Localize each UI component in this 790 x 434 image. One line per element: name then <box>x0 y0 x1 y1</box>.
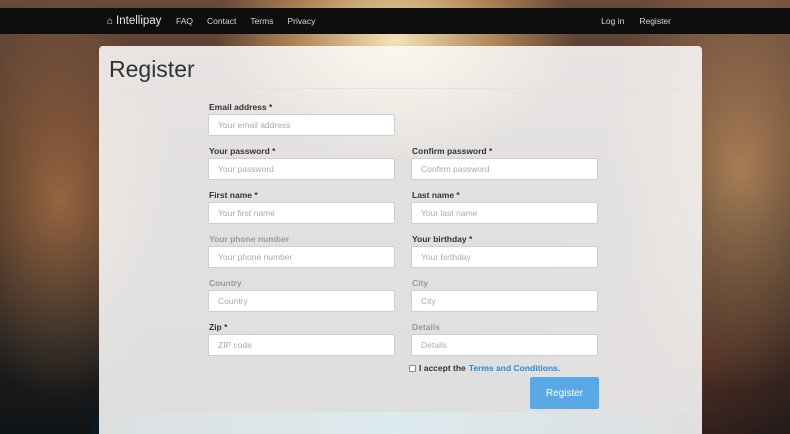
nav-link-contact[interactable]: Contact <box>207 16 236 26</box>
title-divider <box>109 88 692 89</box>
terms-link[interactable]: Terms and Conditions <box>469 363 558 373</box>
birthday-field[interactable] <box>411 246 598 268</box>
register-button[interactable]: Register <box>530 377 599 409</box>
nav-links: FAQ Contact Terms Privacy <box>176 8 329 34</box>
city-field[interactable] <box>411 290 598 312</box>
zip-field[interactable] <box>208 334 395 356</box>
brand-link[interactable]: ⌂ Intellipay <box>107 8 161 34</box>
page-title: Register <box>109 56 195 82</box>
terms-suffix: . <box>557 363 561 373</box>
terms-text: I accept the <box>419 363 466 373</box>
nav-auth-links: Log in Register <box>586 8 671 34</box>
brand-name: Intellipay <box>116 15 162 27</box>
home-icon: ⌂ <box>107 15 114 27</box>
phone-label: Your phone number <box>209 234 290 244</box>
email-field[interactable] <box>208 114 395 136</box>
country-field[interactable] <box>208 290 395 312</box>
nav-link-login[interactable]: Log in <box>601 16 624 26</box>
details-field[interactable] <box>411 334 598 356</box>
password-field[interactable] <box>208 158 395 180</box>
city-label: City <box>412 278 429 288</box>
last-name-field[interactable] <box>411 202 598 224</box>
details-label: Details <box>412 322 440 332</box>
nav-link-privacy[interactable]: Privacy <box>287 16 315 26</box>
email-label: Email address * <box>209 102 273 112</box>
first-name-field[interactable] <box>208 202 395 224</box>
top-navbar: ⌂ Intellipay FAQ Contact Terms Privacy L… <box>0 8 790 34</box>
password-label: Your password * <box>209 146 276 156</box>
country-label: Country <box>209 278 242 288</box>
nav-link-register[interactable]: Register <box>639 16 671 26</box>
confirm-password-label: Confirm password * <box>412 146 493 156</box>
nav-link-faq[interactable]: FAQ <box>176 16 193 26</box>
last-name-label: Last name * <box>412 190 460 200</box>
terms-checkbox[interactable] <box>409 364 416 372</box>
birthday-label: Your birthday * <box>412 234 473 244</box>
first-name-label: First name * <box>209 190 258 200</box>
phone-field[interactable] <box>208 246 395 268</box>
terms-row: I accept the Terms and Conditions. <box>409 363 560 373</box>
zip-label: Zip * <box>209 322 228 332</box>
register-panel: Register Email address * Your password *… <box>99 46 702 434</box>
nav-link-terms[interactable]: Terms <box>250 16 273 26</box>
confirm-password-field[interactable] <box>411 158 598 180</box>
